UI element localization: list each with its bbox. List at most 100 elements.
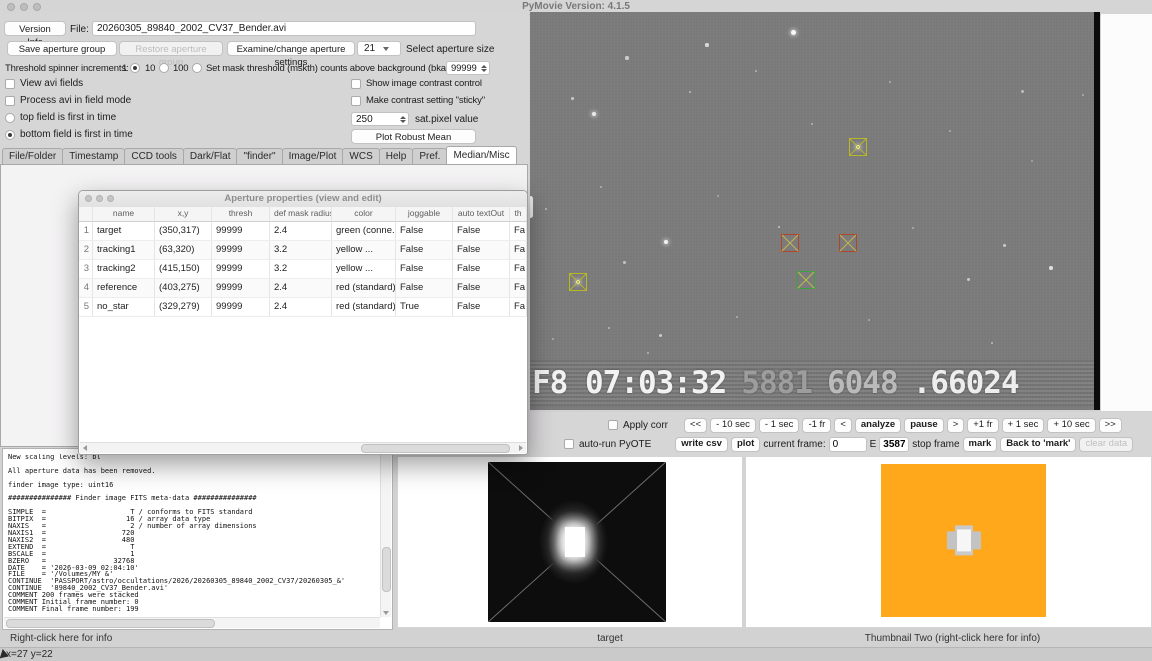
version-info-button[interactable]: Version Info bbox=[4, 21, 66, 48]
aperture-table-header: name x,y thresh def mask radius color joggabl… bbox=[79, 207, 527, 222]
star bbox=[716, 194, 720, 198]
increment-100-radio[interactable] bbox=[192, 63, 202, 73]
log-hscrollbar[interactable] bbox=[4, 617, 380, 628]
playback-1-fr-button[interactable]: +1 fr bbox=[967, 417, 999, 433]
tab-pref[interactable]: Pref. bbox=[412, 148, 448, 164]
star bbox=[1002, 243, 1006, 247]
plot-robust-mean-button[interactable]: Plot Robust Mean bbox=[351, 129, 476, 144]
target-thumbnail[interactable] bbox=[488, 462, 666, 622]
right-gap bbox=[1101, 14, 1152, 411]
stepper-icon[interactable] bbox=[400, 115, 406, 123]
autorun-pyote-checkbox[interactable]: auto-run PyOTE bbox=[564, 439, 651, 450]
playback-1-fr-button[interactable]: -1 fr bbox=[802, 417, 832, 433]
tab-ccd-tools[interactable]: CCD tools bbox=[124, 148, 184, 164]
log-panel: New scaling levels: bl All aperture data… bbox=[2, 448, 393, 630]
log-vscrollbar[interactable] bbox=[380, 450, 391, 617]
playback-1-sec-button[interactable]: + 1 sec bbox=[1001, 417, 1045, 433]
cursor-coordinates: x=27 y=22 bbox=[6, 649, 53, 660]
aperture-size-select[interactable]: 21 bbox=[357, 41, 401, 56]
show-contrast-checkbox[interactable]: Show image contrast control bbox=[351, 78, 482, 89]
aperture-target[interactable] bbox=[797, 271, 815, 289]
aperture-table-row[interactable]: 5 no_star (329,279) 99999 2.4 red (standard) T… bbox=[79, 298, 527, 317]
playback-pause-button[interactable]: pause bbox=[904, 417, 944, 433]
radio-1-label: 1 bbox=[122, 63, 128, 74]
file-input[interactable] bbox=[92, 21, 476, 36]
aperture-no-star[interactable] bbox=[781, 234, 799, 252]
current-frame-input[interactable] bbox=[828, 436, 867, 452]
aperture-table-row[interactable]: 2 tracking1 (63,320) 99999 3.2 yellow ... Fals… bbox=[79, 241, 527, 260]
increment-1-radio[interactable] bbox=[130, 63, 140, 73]
view-avi-fields-checkbox[interactable]: View avi fields bbox=[5, 78, 83, 89]
star bbox=[1081, 93, 1085, 97]
examine-aperture-settings-button[interactable]: Examine/change aperture settings bbox=[227, 41, 355, 68]
star bbox=[754, 69, 758, 73]
stop-frame-input[interactable] bbox=[879, 436, 910, 452]
increment-10-radio[interactable] bbox=[159, 63, 169, 73]
plot-button[interactable]: plot bbox=[730, 436, 761, 452]
sat-pixel-value: 250 bbox=[356, 113, 373, 125]
mask-threshold-spinner[interactable]: 99999 bbox=[446, 61, 490, 75]
contrast-sticky-checkbox[interactable]: Make contrast setting "sticky" bbox=[351, 95, 485, 106]
log-text[interactable]: New scaling levels: bl All aperture data… bbox=[8, 454, 378, 616]
playback-1-sec-button[interactable]: - 1 sec bbox=[758, 417, 800, 433]
scroll-right-icon[interactable] bbox=[519, 445, 523, 451]
star bbox=[663, 239, 669, 245]
tab-wcs[interactable]: WCS bbox=[342, 148, 380, 164]
scrollbar-thumb[interactable] bbox=[360, 444, 511, 453]
restore-aperture-group-button: Restore aperture group bbox=[119, 41, 223, 68]
playback-item-button[interactable]: >> bbox=[1098, 417, 1122, 433]
pymovie-window: PyMovie Version: 4.1.5 Version Info File… bbox=[0, 0, 1152, 661]
aperture-properties-dialog: Aperture properties (view and edit) name… bbox=[78, 190, 528, 455]
star bbox=[544, 207, 548, 211]
dialog-hscrollbar[interactable] bbox=[80, 442, 526, 453]
aperture-table-row[interactable]: 1 target (350,317) 99999 2.4 green (conne... F… bbox=[79, 222, 527, 241]
vti-timestamp-overlay: F8 07:03:32 5881 6048 .66024 bbox=[530, 360, 1094, 406]
thumbnail-two[interactable] bbox=[881, 464, 1046, 617]
aperture-reference[interactable] bbox=[839, 234, 857, 252]
threshold-increments-label: Threshold spinner increments: bbox=[5, 63, 129, 74]
radio-10-label: 10 bbox=[145, 63, 156, 74]
tab-dark-flat[interactable]: Dark/Flat bbox=[182, 148, 238, 164]
back-to-mark-button[interactable]: Back to 'mark' bbox=[1000, 436, 1077, 452]
playback-10-sec-button[interactable]: + 10 sec bbox=[1047, 417, 1096, 433]
playback-item-button[interactable]: < bbox=[834, 417, 852, 433]
stepper-icon[interactable] bbox=[480, 64, 487, 72]
apply-corr-checkbox[interactable]: Apply corr bbox=[608, 420, 668, 431]
playback-item-button[interactable]: << bbox=[684, 417, 708, 433]
frame-step-buttons: << - 10 sec - 1 sec -1 fr < analyze pause > +1 f… bbox=[684, 417, 1122, 433]
star bbox=[592, 112, 596, 116]
aperture-table[interactable]: name x,y thresh def mask radius color joggabl… bbox=[79, 207, 527, 317]
star bbox=[735, 315, 739, 319]
tab-file-folder[interactable]: File/Folder bbox=[2, 148, 64, 164]
e-label: E bbox=[869, 438, 877, 450]
sat-pixel-spinner[interactable]: 250 bbox=[351, 112, 409, 126]
tab-help[interactable]: Help bbox=[378, 148, 414, 164]
scrollbar-thumb[interactable] bbox=[382, 546, 391, 593]
scroll-down-icon[interactable] bbox=[383, 611, 389, 615]
top-field-first-radio[interactable]: top field is first in time bbox=[5, 112, 116, 123]
bottom-field-first-radio[interactable]: bottom field is first in time bbox=[5, 129, 133, 140]
playback-analyze-button[interactable]: analyze bbox=[854, 417, 902, 433]
main-image-view[interactable]: F8 07:03:32 5881 6048 .66024 bbox=[530, 12, 1100, 410]
dialog-titlebar: Aperture properties (view and edit) bbox=[79, 191, 527, 208]
process-field-mode-checkbox[interactable]: Process avi in field mode bbox=[5, 95, 131, 106]
tab-image-plot[interactable]: Image/Plot bbox=[281, 148, 344, 164]
tab-median-misc[interactable]: Median/Misc bbox=[446, 146, 517, 164]
mark-button[interactable]: mark bbox=[962, 436, 998, 452]
scroll-left-icon[interactable] bbox=[83, 445, 87, 451]
footer-labels: Right-click here for info target Thumbna… bbox=[0, 630, 1152, 647]
aperture-table-row[interactable]: 3 tracking2 (415,150) 99999 3.2 yellow ... Fal… bbox=[79, 260, 527, 279]
aperture-tracking2[interactable] bbox=[849, 138, 867, 156]
target-star-core bbox=[565, 527, 585, 557]
aperture-table-row[interactable]: 4 reference (403,275) 99999 2.4 red (standard… bbox=[79, 279, 527, 298]
save-aperture-group-button[interactable]: Save aperture group bbox=[7, 41, 117, 56]
scrollbar-thumb[interactable] bbox=[6, 619, 215, 628]
playback-10-sec-button[interactable]: - 10 sec bbox=[710, 417, 756, 433]
file-label: File: bbox=[70, 24, 89, 35]
star bbox=[705, 43, 709, 47]
write-csv-button[interactable]: write csv bbox=[675, 436, 728, 452]
tab-timestamp[interactable]: Timestamp bbox=[62, 148, 126, 164]
aperture-tracking1[interactable] bbox=[569, 273, 587, 291]
tab-finder[interactable]: "finder" bbox=[236, 148, 283, 164]
playback-item-button[interactable]: > bbox=[946, 417, 965, 433]
